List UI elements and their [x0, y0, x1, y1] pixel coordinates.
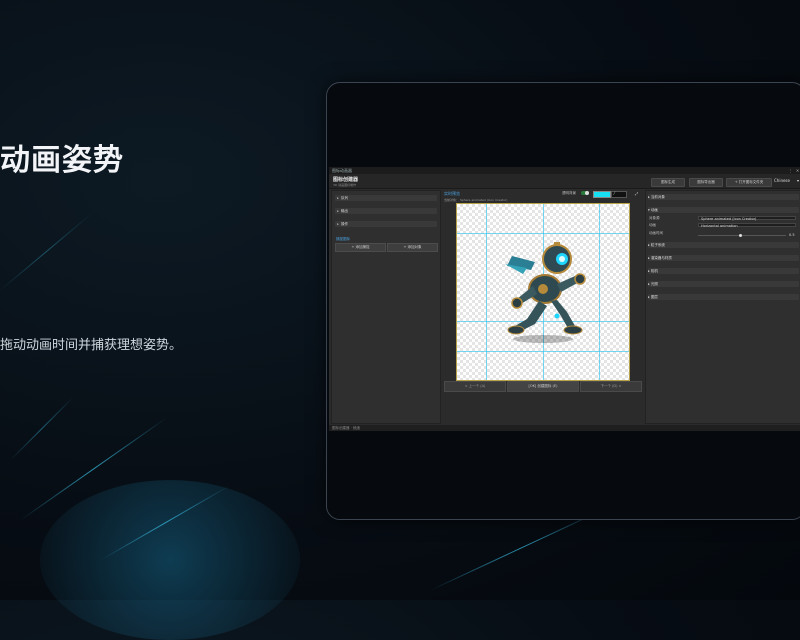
section-label: 队列 — [341, 196, 348, 200]
object-source-select[interactable]: Sphere animated (Icon Creator) — [698, 216, 796, 221]
section-label: 动画 — [650, 208, 658, 212]
light-streak — [0, 212, 93, 291]
section-camera[interactable]: ▸ 相机 — [648, 268, 799, 274]
app-name: 图标创建器 — [333, 177, 359, 183]
animation-select[interactable]: Horizontal animation — [698, 223, 796, 228]
current-object-label: 当前对象： Sphere animated (Icon Creator) — [444, 198, 508, 202]
create-icon-button[interactable]: [OK] 创建图标 (E) — [507, 381, 579, 392]
object-source-label: 对象源 — [649, 216, 660, 220]
eyedropper-icon[interactable]: ⁄ — [614, 191, 615, 196]
section-label: 渲染器与材质 — [650, 256, 672, 260]
section-animation[interactable]: ▾ 动画 — [648, 207, 799, 213]
status-bar: 图标创建器 · 就绪 — [329, 425, 800, 431]
bg-color-swatch[interactable] — [593, 191, 611, 198]
light-streak — [9, 396, 74, 461]
section-label: 相机 — [650, 269, 658, 273]
app-header: 图标创建器 3D 动画图标制作 图标生成 图标导出器 + 打开图标文件夹 Chi… — [329, 174, 800, 189]
section-queue[interactable]: ▸ 队列 — [335, 195, 437, 201]
animation-label: 动画 — [649, 223, 656, 227]
left-panel: ▸ 队列 ▸ 输出 ▸ 操作 捕捉图标 + 添加捕捉 + 添加对象 — [331, 190, 441, 424]
close-icon[interactable]: ✕ — [795, 168, 800, 173]
capture-label: 捕捉图标 — [336, 237, 350, 241]
section-current-object[interactable]: ▸ 当前对象 — [648, 194, 799, 200]
status-text: 图标创建器 · 就绪 — [332, 426, 360, 430]
chevron-down-icon[interactable]: ▾ — [797, 177, 799, 185]
section-label: 粒子系统 — [650, 243, 665, 247]
app-subtitle: 3D 动画图标制作 — [333, 183, 357, 187]
previous-button[interactable]: < 上一个 (A) — [444, 381, 506, 392]
section-label: 输出 — [341, 209, 348, 213]
section-lighting[interactable]: ▸ 光照 — [648, 281, 799, 287]
robot-character-image — [505, 242, 586, 343]
slide-title: 动画姿势 — [0, 143, 124, 178]
preview-panel: 实时预览 当前对象： Sphere animated (Icon Creator… — [442, 190, 642, 422]
open-icon-folder-button[interactable]: + 打开图标文件夹 — [726, 178, 772, 187]
section-label: 图层 — [650, 295, 658, 299]
animation-time-value: 0.5 — [789, 233, 795, 237]
section-label: 当前对象 — [650, 195, 665, 199]
window-titlebar: 图标动画器 ⋮ ✕ — [329, 167, 800, 174]
animation-time-slider[interactable] — [698, 234, 786, 237]
header-button-exporter[interactable]: 图标导出器 — [689, 178, 723, 187]
section-label: 操作 — [341, 222, 348, 226]
transparent-bg-label: 透明背景 — [562, 191, 576, 195]
background-glow — [40, 480, 300, 640]
slide-description: 拖动动画时间并捕获理想姿势。 — [0, 338, 183, 353]
window-menu-icon[interactable]: ⋮ — [788, 168, 793, 173]
section-output[interactable]: ▸ 输出 — [335, 208, 437, 214]
add-object-button[interactable]: + 添加对象 — [387, 243, 438, 252]
tablet-frame: 图标动画器 ⋮ ✕ 图标创建器 3D 动画图标制作 图标生成 图标导出器 + 打… — [326, 82, 800, 520]
expand-icon[interactable]: ⤢ — [635, 191, 638, 196]
right-panel: ▸ 当前对象 ▾ 动画 对象源 Sphere animated (Icon Cr… — [645, 190, 800, 424]
add-capture-button[interactable]: + 添加捕捉 — [335, 243, 386, 252]
next-button[interactable]: 下一个 (D) > — [580, 381, 642, 392]
section-renderer-materials[interactable]: ▸ 渲染器与材质 — [648, 255, 799, 261]
slider-knob[interactable] — [739, 234, 742, 237]
section-label: 光照 — [650, 282, 658, 286]
section-layers[interactable]: ▸ 图层 — [648, 294, 799, 300]
section-actions[interactable]: ▸ 操作 — [335, 221, 437, 227]
preview-title: 实时预览 — [444, 191, 460, 196]
app-window: 图标动画器 ⋮ ✕ 图标创建器 3D 动画图标制作 图标生成 图标导出器 + 打… — [329, 167, 800, 431]
section-particles[interactable]: ▸ 粒子系统 — [648, 242, 799, 248]
transparent-bg-toggle[interactable] — [581, 191, 589, 195]
preview-canvas[interactable] — [456, 203, 630, 381]
animation-time-label: 动画时间 — [649, 231, 663, 235]
language-select[interactable]: Chinese — [774, 177, 790, 185]
header-button-generate[interactable]: 图标生成 — [651, 178, 685, 187]
